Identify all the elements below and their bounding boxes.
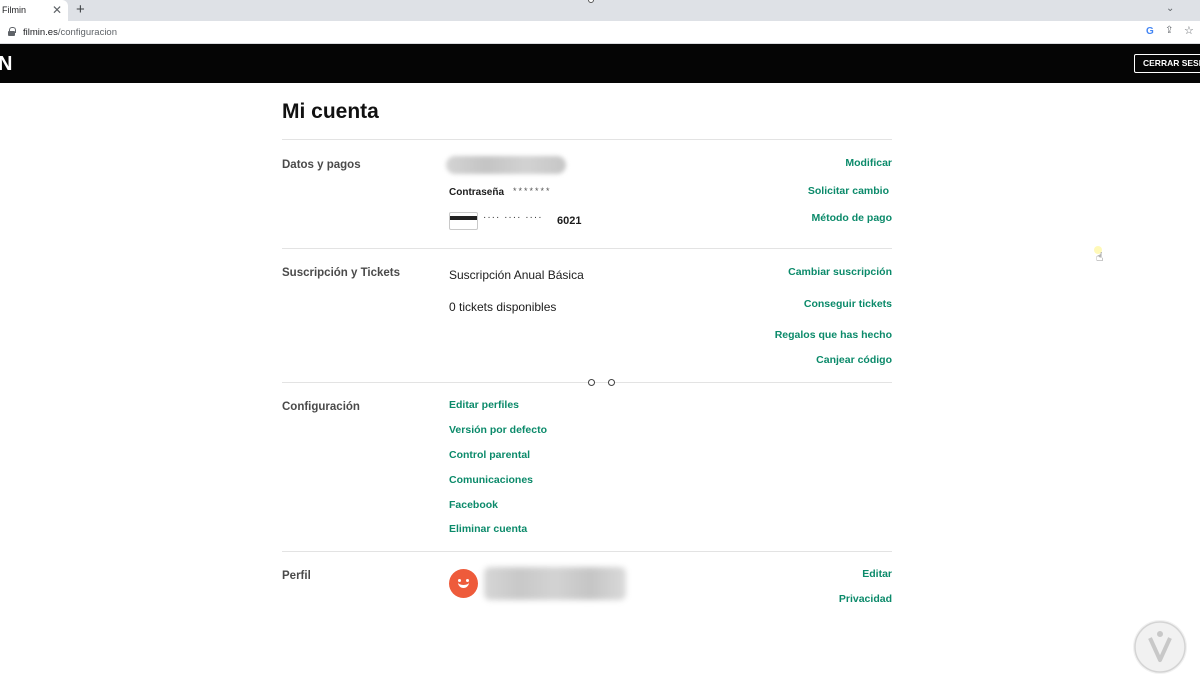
- delete-account-link[interactable]: Eliminar cuenta: [449, 523, 527, 535]
- modify-link[interactable]: Modificar: [845, 157, 892, 169]
- tab-title: Filmin: [2, 5, 26, 15]
- edit-profiles-link[interactable]: Editar perfiles: [449, 399, 519, 411]
- avatar-mouth: [458, 582, 469, 588]
- chevron-down-icon[interactable]: ⌄: [1166, 3, 1174, 14]
- redeem-code-link[interactable]: Canjear código: [816, 354, 892, 366]
- password-mask: *******: [513, 186, 552, 196]
- change-subscription-link[interactable]: Cambiar suscripción: [788, 266, 892, 278]
- window-handle: [588, 0, 594, 3]
- url-path: /configuracion: [57, 27, 117, 38]
- request-change-link[interactable]: Solicitar cambio: [808, 185, 889, 197]
- watermark-logo-icon: [1133, 620, 1187, 674]
- divider: [282, 139, 892, 140]
- credit-card-icon: [449, 212, 478, 230]
- capture-handle: [608, 379, 615, 386]
- tickets-available: 0 tickets disponibles: [449, 300, 557, 314]
- blurred-profile-name: [484, 567, 626, 600]
- bookmark-star-icon[interactable]: ☆: [1184, 24, 1194, 37]
- share-icon[interactable]: ⇪: [1165, 25, 1173, 36]
- lock-icon[interactable]: [8, 27, 16, 36]
- blurred-email: [446, 156, 566, 174]
- hand-cursor-icon: ☝: [1096, 250, 1104, 264]
- communications-link[interactable]: Comunicaciones: [449, 474, 533, 486]
- url-domain: filmin.es: [23, 27, 58, 38]
- browser-tabstrip: Filmin ✕ + ⌄: [0, 0, 1200, 21]
- url-text[interactable]: filmin.es/configuracion: [23, 27, 117, 38]
- payment-method-link[interactable]: Método de pago: [812, 212, 893, 224]
- section-label-configuracion: Configuración: [282, 401, 360, 413]
- logout-button[interactable]: CERRAR SESIÓN: [1134, 54, 1200, 73]
- card-number-mask: ···· ···· ····: [483, 212, 543, 223]
- divider: [282, 248, 892, 249]
- section-label-perfil: Perfil: [282, 570, 311, 582]
- section-label-suscripcion: Suscripción y Tickets: [282, 267, 401, 279]
- facebook-link[interactable]: Facebook: [449, 499, 498, 511]
- default-version-link[interactable]: Versión por defecto: [449, 424, 547, 436]
- edit-profile-link[interactable]: Editar: [862, 568, 892, 580]
- divider: [282, 551, 892, 552]
- google-icon[interactable]: G: [1146, 26, 1154, 37]
- subscription-plan: Suscripción Anual Básica: [449, 268, 584, 282]
- new-tab-button[interactable]: +: [76, 1, 85, 18]
- section-label-datos-pagos: Datos y pagos: [282, 159, 361, 171]
- privacy-link[interactable]: Privacidad: [839, 593, 892, 605]
- capture-handle: [588, 379, 595, 386]
- site-header: N CERRAR SESIÓN: [0, 44, 1200, 83]
- divider: [282, 382, 892, 383]
- address-bar[interactable]: filmin.es/configuracion G ⇪ ☆: [0, 21, 1200, 44]
- watermark-graphic: [1134, 621, 1186, 673]
- avatar[interactable]: [449, 569, 478, 598]
- browser-tab[interactable]: Filmin ✕: [0, 0, 68, 21]
- card-last-digits: 6021: [557, 215, 582, 227]
- parental-control-link[interactable]: Control parental: [449, 449, 530, 461]
- get-tickets-link[interactable]: Conseguir tickets: [804, 298, 892, 310]
- password-label: Contraseña: [449, 187, 505, 198]
- filmin-logo[interactable]: N: [0, 53, 12, 76]
- tab-close-icon[interactable]: ✕: [52, 3, 62, 17]
- gifts-link[interactable]: Regalos que has hecho: [775, 329, 892, 341]
- page-title: Mi cuenta: [282, 100, 379, 123]
